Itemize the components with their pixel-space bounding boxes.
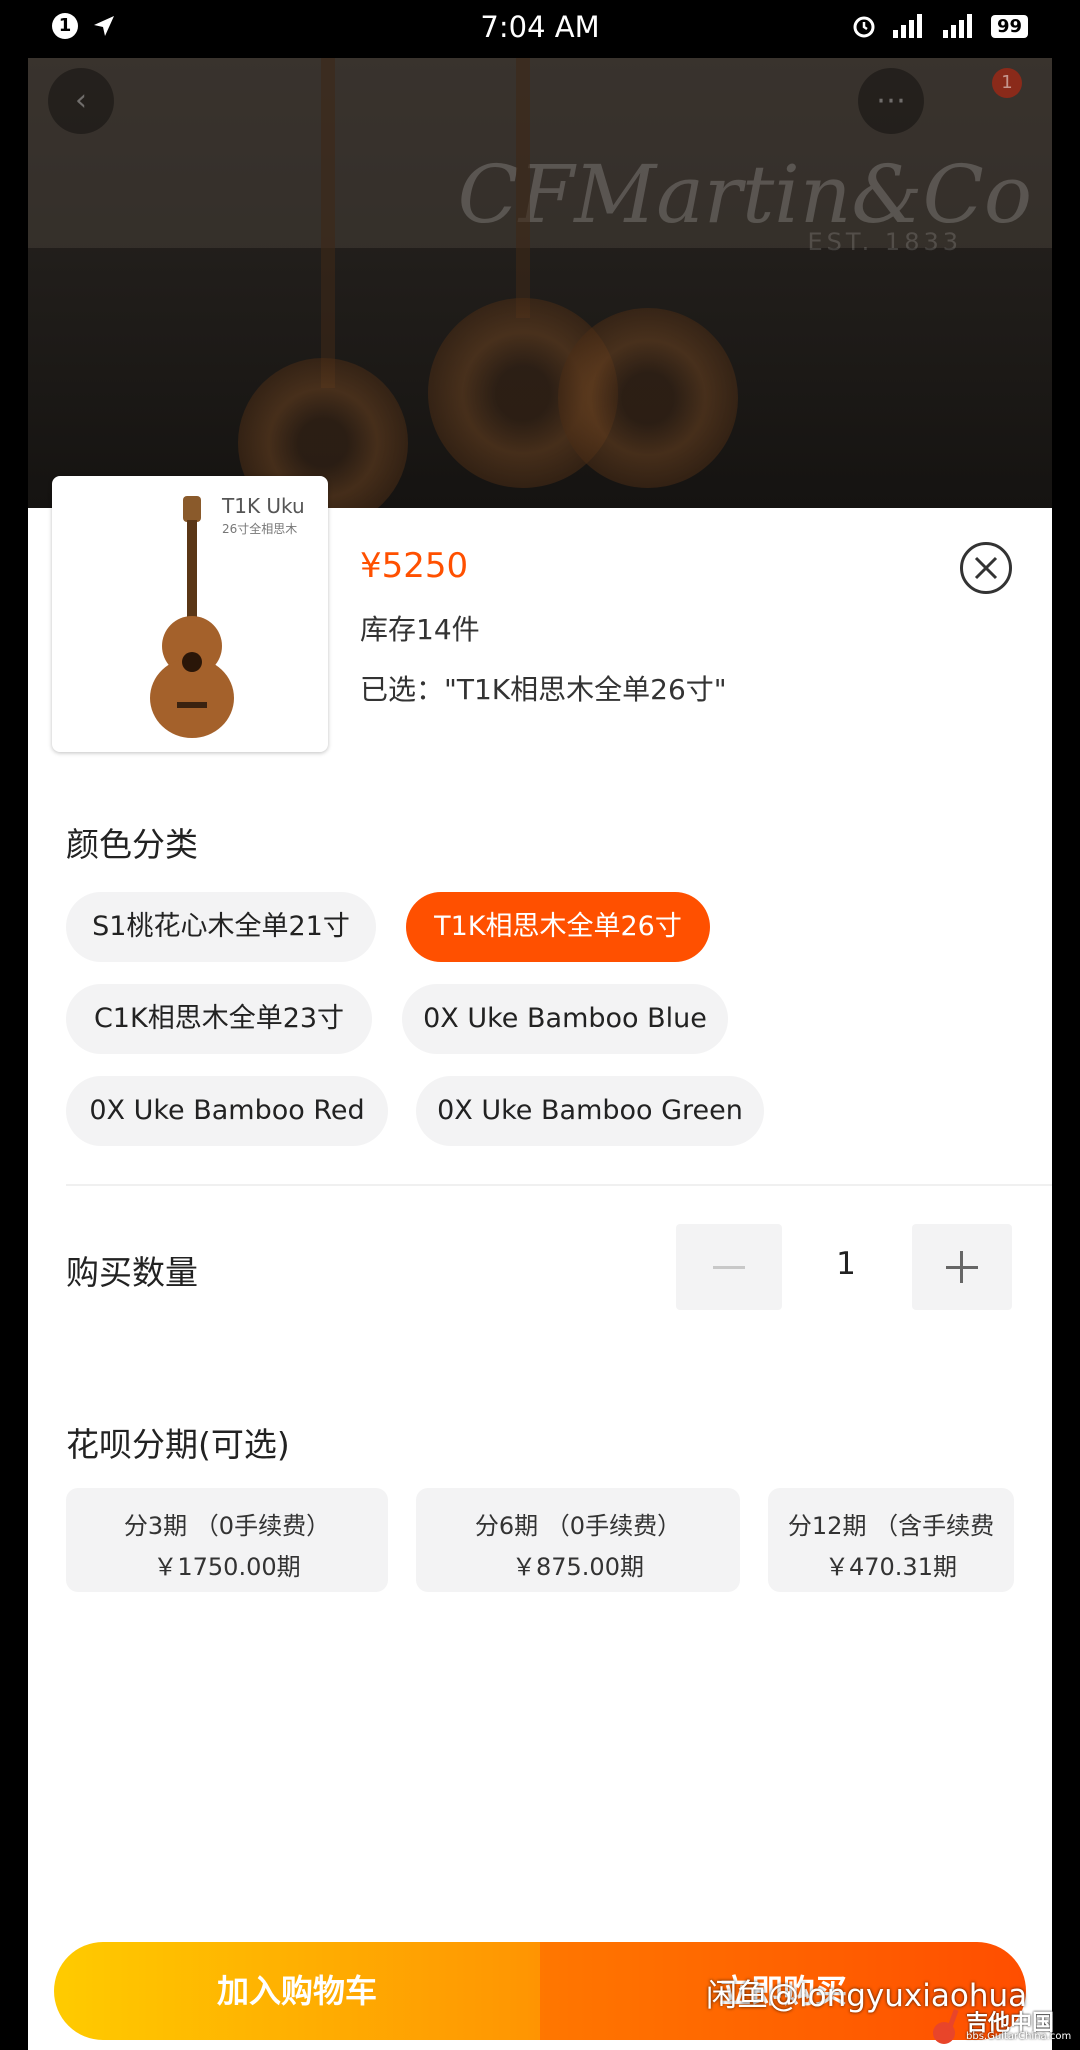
status-bar: 1 7:04 AM 99	[0, 0, 1080, 58]
site-logo: 吉他中国 bbs.GuitarChina.com	[930, 2005, 1074, 2047]
ukulele-image	[150, 496, 234, 738]
ukulele-neck	[321, 58, 335, 388]
color-option-bamboo-blue[interactable]: 0X Uke Bamboo Blue	[402, 984, 728, 1054]
quantity-section-title: 购买数量	[66, 1253, 198, 1292]
cart-badge: 1	[992, 68, 1022, 98]
quantity-value[interactable]: 1	[816, 1246, 876, 1282]
product-thumbnail: T1K Uku 26寸全相思木	[52, 476, 328, 752]
signal-1-icon	[892, 14, 922, 38]
color-option-s1[interactable]: S1桃花心木全单21寸	[66, 892, 376, 962]
quantity-increase-button[interactable]	[912, 1224, 1012, 1310]
product-stock: 库存14件	[360, 613, 480, 646]
color-option-c1k[interactable]: C1K相思木全单23寸	[66, 984, 372, 1054]
battery-icon: 99	[990, 14, 1028, 38]
add-to-cart-button[interactable]: 加入购物车	[54, 1942, 540, 2040]
installment-option-3[interactable]: 分3期 （0手续费） ￥1750.00期	[66, 1488, 388, 1592]
site-logo-url: bbs.GuitarChina.com	[966, 2031, 1072, 2042]
product-price: ¥5250	[360, 546, 469, 586]
share-icon: ⋯	[858, 68, 924, 134]
minus-icon	[713, 1266, 745, 1269]
installment-amount: ￥875.00期	[512, 1553, 644, 1581]
color-section-title: 颜色分类	[66, 825, 198, 864]
selected-option: 已选："T1K相思木全单26寸"	[360, 673, 727, 706]
product-backdrop: ‹ ⋯ 1 CFMartin&Co EST. 1833	[28, 58, 1052, 508]
plus-icon	[946, 1251, 978, 1283]
installment-terms: 分6期 （0手续费）	[474, 1512, 682, 1540]
alarm-icon	[853, 16, 875, 38]
installment-option-12[interactable]: 分12期 （含手续费 ￥470.31期	[768, 1488, 1014, 1592]
color-option-bamboo-red[interactable]: 0X Uke Bamboo Red	[66, 1076, 388, 1146]
installment-option-6[interactable]: 分6期 （0手续费） ￥875.00期	[416, 1488, 740, 1592]
quantity-decrease-button[interactable]	[676, 1224, 782, 1310]
installment-amount: ￥470.31期	[825, 1553, 957, 1581]
guitar-logo-icon	[933, 2008, 959, 2044]
app-screen: ‹ ⋯ 1 CFMartin&Co EST. 1833	[28, 58, 1052, 2050]
back-icon: ‹	[48, 68, 114, 134]
signal-2-icon	[942, 14, 972, 38]
status-right: 99	[851, 13, 1028, 39]
section-divider	[66, 1184, 1052, 1186]
close-button[interactable]	[960, 542, 1012, 594]
installment-amount: ￥1750.00期	[153, 1553, 301, 1581]
close-icon	[974, 556, 998, 580]
installment-terms: 分12期 （含手续费	[787, 1512, 995, 1540]
color-option-t1k[interactable]: T1K相思木全单26寸	[406, 892, 710, 962]
ukulele-body	[558, 308, 738, 488]
installment-section-title: 花呗分期(可选)	[66, 1425, 290, 1464]
brand-est: EST. 1833	[807, 228, 962, 256]
color-option-bamboo-green[interactable]: 0X Uke Bamboo Green	[416, 1076, 764, 1146]
ukulele-neck	[516, 58, 530, 318]
installment-terms: 分3期 （0手续费）	[123, 1512, 331, 1540]
